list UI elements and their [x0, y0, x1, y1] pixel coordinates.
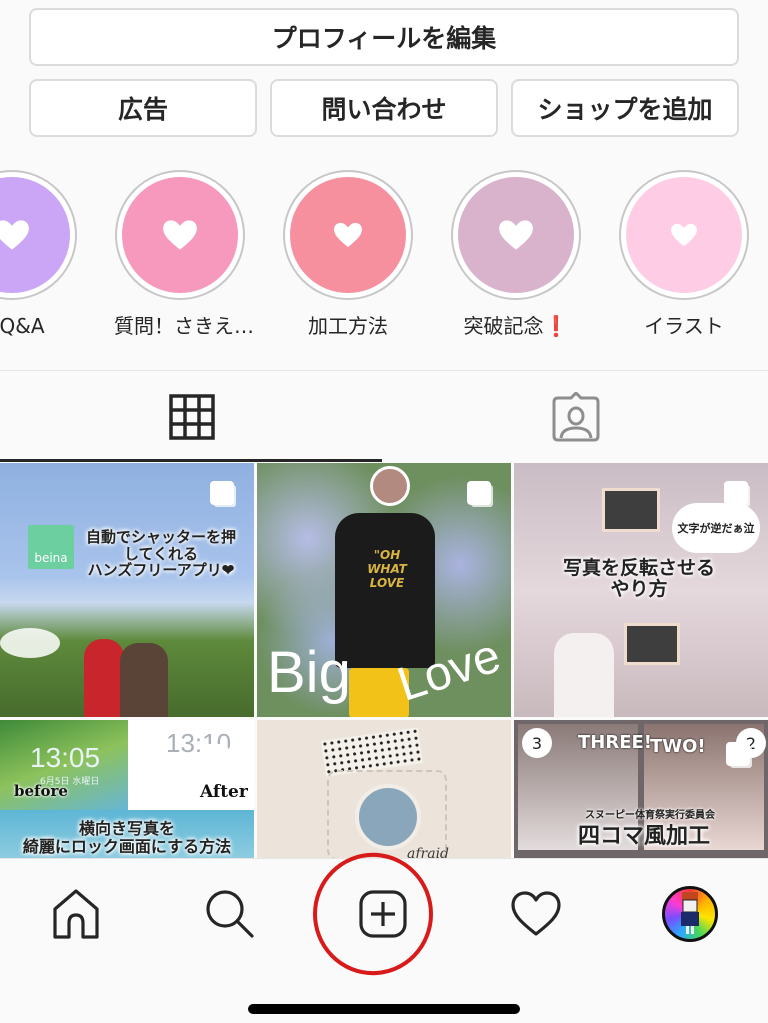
person-figure: [120, 643, 168, 717]
panel-title: TWO!: [650, 736, 706, 757]
highlight-label: イラスト: [644, 314, 724, 338]
multiple-photos-icon: [726, 742, 750, 766]
chalkboard: [602, 488, 660, 532]
heart-icon: [499, 220, 533, 250]
highlight-item[interactable]: 加工方法: [282, 170, 414, 339]
nav-search-button[interactable]: [195, 879, 265, 949]
story-highlights: にQ&A 質問！さきえ… 加工方法 突破記念❗: [0, 170, 768, 350]
portrait-circle: [355, 784, 421, 850]
highlight-cover: [0, 177, 70, 293]
avatar: [662, 886, 718, 942]
heart-icon: [671, 223, 697, 247]
profile-tabs: [0, 371, 768, 462]
exclamation-icon: ❗: [543, 314, 569, 338]
lockscreen-time: 13:05: [30, 742, 101, 773]
highlight-ring: [283, 170, 413, 300]
add-shop-label: ショップを追加: [537, 95, 713, 124]
tagged-user-icon: [552, 391, 600, 441]
post-caption: 四コマ風加工: [577, 823, 710, 849]
tab-tagged[interactable]: [384, 371, 768, 462]
highlight-label: 加工方法: [308, 314, 388, 338]
person-figure: [84, 639, 124, 717]
nav-add-post-button[interactable]: [348, 879, 418, 949]
heart-icon: [0, 220, 29, 250]
heart-outline-icon: [511, 891, 561, 936]
heart-icon: [163, 220, 197, 250]
highlight-label: 質問！さきえ…: [114, 314, 254, 338]
highlight-item[interactable]: にQ&A: [0, 170, 78, 339]
avatar-character-icon: [681, 892, 699, 934]
person-figure: [554, 633, 614, 717]
highlight-cover: [290, 177, 406, 293]
post-thumbnail[interactable]: afraid: [257, 720, 511, 858]
post-subtitle: スヌーピー体育祭実行委員会: [585, 810, 715, 821]
highlight-item[interactable]: 質問！さきえ…: [114, 170, 254, 339]
post-caption: afraid: [407, 846, 450, 858]
edit-profile-label: プロフィールを編集: [271, 24, 497, 53]
post-thumbnail[interactable]: 文字が逆だぁ泣 写真を反転させる やり方: [514, 463, 768, 717]
after-label: After: [200, 782, 248, 802]
nav-profile-button[interactable]: [655, 879, 725, 949]
highlight-ring: [619, 170, 749, 300]
bottom-navigation: [0, 852, 768, 1023]
home-icon: [53, 889, 99, 939]
add-shop-button[interactable]: ショップを追加: [511, 79, 739, 137]
highlight-label: にQ&A: [0, 314, 45, 338]
post-thumbnail[interactable]: "OH WHAT LOVE Big Love: [257, 463, 511, 717]
grid-icon: [169, 393, 215, 440]
highlight-cover: [626, 177, 742, 293]
heart-icon: [334, 222, 362, 248]
multiple-photos-icon: [467, 481, 491, 505]
before-label: before: [14, 782, 68, 800]
highlight-ring: [0, 170, 77, 300]
highlight-cover: [458, 177, 574, 293]
highlight-cover: [122, 177, 238, 293]
add-post-icon: [359, 890, 407, 938]
cloud-shape: [0, 628, 60, 658]
shirt-text: "OH WHAT LOVE: [367, 548, 407, 590]
contact-button[interactable]: 問い合わせ: [270, 79, 498, 137]
app-logo: beina: [28, 525, 74, 569]
highlight-ring: [451, 170, 581, 300]
highlight-ring: [115, 170, 245, 300]
post-thumbnail[interactable]: 3 THREE! TWO! 2 スヌーピー体育祭実行委員会 四コマ風加工: [514, 720, 768, 858]
post-caption: 自動でシャッターを押 してくれる ハンズフリーアプリ❤: [85, 528, 236, 579]
post-caption: 横向き写真を 綺麗にロック画面にする方法: [22, 819, 232, 856]
ads-button[interactable]: 広告: [29, 79, 257, 137]
speech-bubble: 文字が逆だぁ泣: [672, 503, 760, 553]
smiley-sticker: [370, 466, 410, 506]
tab-grid[interactable]: [0, 371, 384, 462]
panel-number: 3: [522, 728, 552, 758]
ads-label: 広告: [117, 95, 168, 124]
multiple-photos-icon: [204, 744, 228, 768]
post-caption: 写真を反転させる やり方: [562, 557, 715, 600]
post-caption: Big: [267, 640, 351, 705]
contact-label: 問い合わせ: [321, 95, 447, 124]
nav-home-button[interactable]: [41, 879, 111, 949]
post-thumbnail[interactable]: beina 自動でシャッターを押 してくれる ハンズフリーアプリ❤: [0, 463, 254, 717]
home-indicator-bar[interactable]: [248, 1004, 520, 1014]
post-thumbnail[interactable]: 13:05 6月5日 水曜日 before 13:10 After 横向き写真を…: [0, 720, 254, 858]
highlight-item[interactable]: 突破記念❗: [450, 170, 582, 339]
search-icon: [206, 890, 254, 938]
highlight-label: 突破記念❗: [450, 310, 582, 339]
multiple-photos-icon: [724, 481, 748, 505]
edit-profile-button[interactable]: プロフィールを編集: [29, 8, 739, 66]
highlight-label-text: 突破記念: [463, 314, 544, 338]
chalkboard: [624, 623, 680, 665]
post-grid: beina 自動でシャッターを押 してくれる ハンズフリーアプリ❤ "OH WH…: [0, 463, 768, 858]
panel-title: THREE!: [578, 732, 653, 753]
multiple-photos-icon: [210, 481, 234, 505]
nav-activity-button[interactable]: [501, 879, 571, 949]
active-tab-indicator: [0, 459, 382, 462]
highlight-item[interactable]: イラスト: [618, 170, 750, 339]
